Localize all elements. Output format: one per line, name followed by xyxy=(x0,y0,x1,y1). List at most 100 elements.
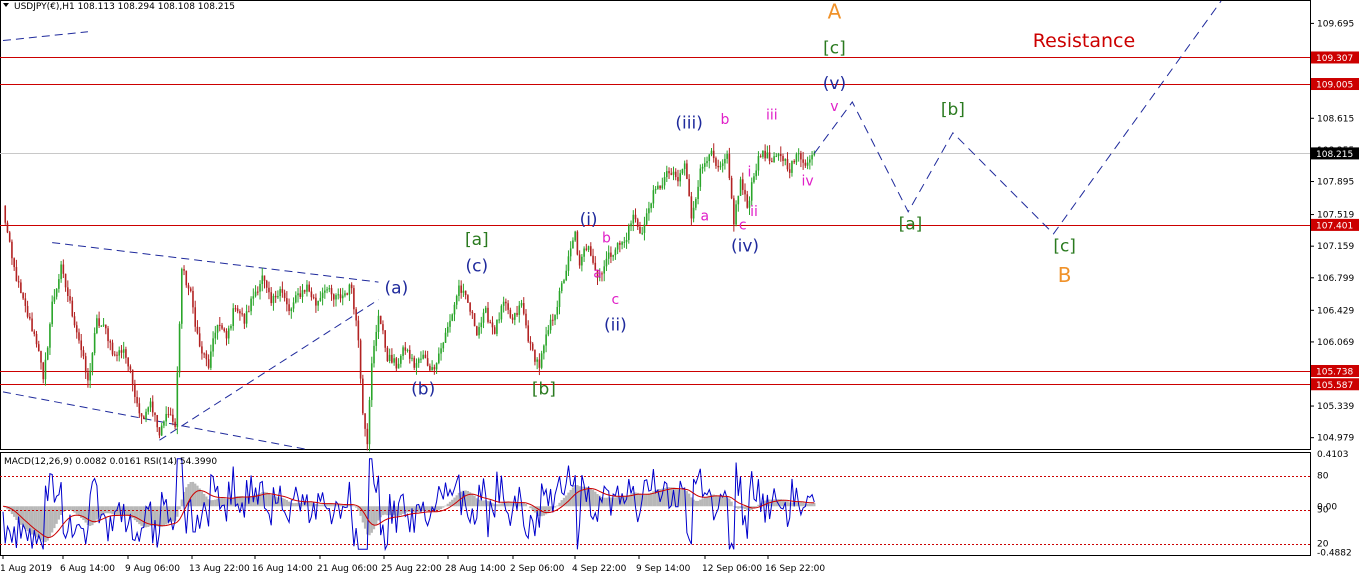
candle-body xyxy=(64,273,67,288)
candle-body xyxy=(657,185,659,189)
candle-body xyxy=(163,421,165,426)
candle-body xyxy=(688,178,690,197)
candle-body xyxy=(467,295,469,303)
candle-body xyxy=(174,421,176,427)
candle-body xyxy=(319,297,322,301)
candle-body xyxy=(607,252,610,259)
trendlines xyxy=(2,31,379,450)
level-price-label: 107.401 xyxy=(1316,221,1353,231)
candle-body xyxy=(22,293,24,299)
candle-body xyxy=(281,289,284,293)
candle-body xyxy=(82,350,85,357)
price-tick-label: 104.979 xyxy=(1317,434,1354,444)
candle-body xyxy=(784,158,787,161)
candle-body xyxy=(610,252,612,257)
wave-label: (a) xyxy=(385,279,409,299)
candle-body xyxy=(328,288,331,290)
candle-body xyxy=(802,159,804,163)
candle-body xyxy=(183,269,185,271)
wave-label: ii xyxy=(750,204,758,220)
candle-body xyxy=(433,367,436,370)
candle-body xyxy=(147,407,150,412)
wave-label: (c) xyxy=(466,257,489,277)
wave-label: (b) xyxy=(411,380,435,400)
candle-body xyxy=(158,427,161,436)
candle-body xyxy=(42,362,45,380)
wave-labels: A[c](v)v(a)(b)[a](c)[b](i)bac(ii)(iii) ba… xyxy=(385,0,1076,400)
candle-body xyxy=(518,305,521,315)
candle-body xyxy=(113,354,116,356)
candle-body xyxy=(370,363,373,401)
candle-body xyxy=(505,301,507,304)
candle-body xyxy=(353,288,355,310)
time-tick-label: 25 Aug 22:00 xyxy=(381,564,442,574)
candle-body xyxy=(536,359,538,362)
candle-body xyxy=(156,415,159,428)
candle-body xyxy=(4,205,7,223)
price-tick-label: 109.695 xyxy=(1317,19,1354,29)
wave-label: (v) xyxy=(823,74,846,94)
candle-body xyxy=(625,240,628,242)
candle-body xyxy=(127,357,129,367)
candle-body xyxy=(80,340,83,351)
candle-body xyxy=(404,347,407,351)
candle-body xyxy=(181,269,183,324)
trendline xyxy=(2,391,305,450)
wave-label: a xyxy=(700,209,709,225)
price-tick-label: 108.615 xyxy=(1317,114,1354,124)
candle-body xyxy=(344,293,346,296)
chart-root: A [c] (v) v (a) (b) [a] (c) [b] (i) b a c (ii) (iii) b a… xyxy=(0,0,1361,581)
candle-body xyxy=(24,298,27,306)
projection-path xyxy=(813,0,1222,235)
candle-body xyxy=(310,291,313,298)
candle-body xyxy=(286,298,288,305)
candle-body xyxy=(569,248,572,257)
candle-body xyxy=(543,345,545,354)
candle-body xyxy=(69,296,71,301)
candle-body xyxy=(708,154,711,162)
candle-body xyxy=(511,317,514,320)
candle-body xyxy=(408,349,411,359)
candle-body xyxy=(489,322,492,324)
candle-body xyxy=(576,231,579,255)
time-axis: 1 Aug 2019 6 Aug 14:00 9 Aug 06:00 13 Aug 2… xyxy=(0,555,825,574)
candle-body xyxy=(317,300,319,306)
candle-body xyxy=(514,313,516,320)
candle-body xyxy=(346,293,348,295)
candle-body xyxy=(525,313,527,326)
wave-label: (iii) xyxy=(675,113,702,133)
candle-body xyxy=(777,154,780,157)
candle-body xyxy=(109,341,112,343)
price-tick-label: 107.159 xyxy=(1317,242,1354,252)
candle-body xyxy=(348,284,351,295)
candle-body xyxy=(236,308,239,312)
candle-body xyxy=(759,156,762,158)
support-resistance-levels xyxy=(0,57,1310,385)
candle-body xyxy=(449,320,451,327)
candle-body xyxy=(178,323,181,373)
candle-body xyxy=(375,331,378,346)
candle-body xyxy=(129,366,132,370)
candle-body xyxy=(643,224,646,233)
candle-body xyxy=(547,330,550,335)
candle-body xyxy=(84,356,87,373)
symbol-info: USDJPY(€),H1 108.113 108.294 108.108 108… xyxy=(14,2,235,12)
candle-body xyxy=(424,354,427,359)
candle-body xyxy=(192,290,194,308)
candle-body xyxy=(417,358,420,364)
wave-label: b xyxy=(602,231,611,247)
candle-body xyxy=(480,322,483,328)
candle-body xyxy=(415,363,418,368)
candle-body xyxy=(411,357,413,359)
candle-body xyxy=(145,411,147,420)
candle-body xyxy=(766,152,769,159)
candle-body xyxy=(359,340,362,379)
dropdown-triangle-icon[interactable] xyxy=(3,3,9,7)
candle-body xyxy=(782,155,784,161)
candle-body xyxy=(196,326,199,334)
candle-body xyxy=(71,300,74,317)
current-price-label: 108.215 xyxy=(1316,150,1353,160)
candle-body xyxy=(567,256,570,271)
candle-body xyxy=(572,240,574,249)
candle-body xyxy=(585,248,588,250)
